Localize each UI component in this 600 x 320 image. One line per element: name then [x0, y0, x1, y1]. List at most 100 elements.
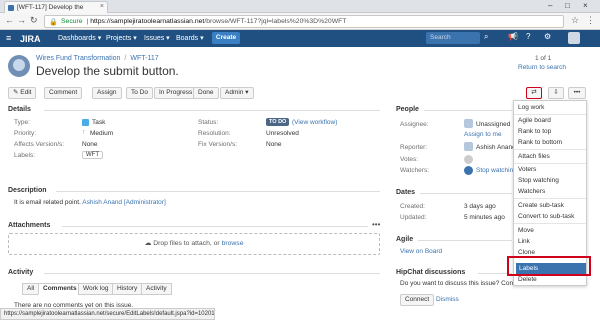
resolution-value: Unresolved [266, 130, 299, 137]
label-lozenge[interactable]: WFT [82, 151, 103, 159]
favicon-icon [8, 5, 14, 11]
issue-pager: 1 of 1 [535, 55, 552, 62]
dismiss-link[interactable]: Dismiss [436, 296, 459, 303]
share-button[interactable]: ⇄ [526, 87, 542, 99]
menu-item-create-subtask[interactable]: Create sub-task [518, 202, 564, 209]
activity-heading[interactable]: Activity [8, 269, 33, 276]
menu-item-agile-board[interactable]: Agile board [518, 117, 551, 124]
export-button[interactable]: ⇩ [548, 87, 564, 99]
reload-icon[interactable]: ↻ [30, 15, 38, 26]
nav-dashboards[interactable]: Dashboards ▾ [58, 34, 101, 42]
menu-item-log-work[interactable]: Log work [518, 104, 544, 111]
todo-button[interactable]: To Do [126, 87, 153, 99]
attachment-dropzone[interactable]: ☁ Drop files to attach, or browse [8, 233, 380, 255]
description-body: It is email related point. [14, 199, 81, 206]
attachments-options-icon[interactable]: ••• [372, 220, 380, 229]
activity-tab-worklog[interactable]: Work log [78, 283, 114, 295]
votes-label: Votes: [400, 156, 419, 163]
edit-button[interactable]: ✎ Edit [8, 87, 37, 99]
agile-heading[interactable]: Agile [396, 236, 413, 243]
url-path: /browse/WFT-117?jql=labels%20%3D%20WFT [204, 18, 347, 25]
menu-item-voters[interactable]: Voters [518, 166, 536, 173]
url-input[interactable]: 🔒 Secure | https://samplejiratoolearnatla… [44, 15, 564, 28]
in-progress-button[interactable]: In Progress [154, 87, 198, 99]
search-input[interactable]: Search [426, 32, 480, 44]
create-button[interactable]: Create [212, 32, 240, 44]
details-heading[interactable]: Details [8, 106, 31, 113]
maximize-icon[interactable]: □ [565, 1, 570, 10]
cloud-upload-icon: ☁ [144, 240, 152, 247]
affects-versions-label: Affects Version/s: [14, 141, 65, 148]
description-heading[interactable]: Description [8, 187, 47, 194]
hipchat-heading[interactable]: HipChat discussions [396, 269, 465, 276]
menu-item-rank-to-top[interactable]: Rank to top [518, 128, 551, 135]
admin-button[interactable]: Admin ▾ [220, 87, 254, 99]
close-tab-icon[interactable]: × [100, 3, 104, 10]
nav-boards[interactable]: Boards ▾ [176, 34, 204, 42]
drop-files-text: Drop files to attach, or [153, 240, 220, 247]
menu-separator [514, 198, 586, 199]
nav-projects[interactable]: Projects ▾ [106, 34, 137, 42]
user-avatar[interactable] [568, 32, 580, 44]
breadcrumb-project[interactable]: Wires Fund Transformation [36, 55, 120, 62]
close-window-icon[interactable]: × [583, 1, 588, 10]
type-value: Task [92, 119, 106, 126]
browse-link[interactable]: browse [222, 240, 244, 247]
app-switcher-icon[interactable]: ≡ [6, 33, 11, 43]
activity-tab-history[interactable]: History [112, 283, 143, 295]
browser-tab-title: [WFT-117] Develop the [17, 4, 84, 11]
menu-item-stop-watching[interactable]: Stop watching [518, 177, 559, 184]
stop-watching-link[interactable]: Stop watching [476, 167, 517, 174]
settings-icon[interactable]: ⚙ [544, 32, 551, 41]
comment-button[interactable]: Comment [44, 87, 83, 99]
view-on-board-link[interactable]: View on Board [400, 248, 442, 255]
minimize-icon[interactable]: – [548, 1, 552, 10]
more-actions-button[interactable]: ••• [568, 87, 586, 99]
dates-heading[interactable]: Dates [396, 189, 415, 196]
view-workflow-link[interactable]: (View workflow) [292, 119, 337, 126]
return-to-search-link[interactable]: Return to search [518, 64, 566, 71]
menu-item-move[interactable]: Move [518, 227, 534, 234]
back-icon[interactable]: ← [5, 15, 14, 25]
status-badge: TO DO [266, 118, 290, 126]
priority-medium-icon: ↑ [82, 129, 86, 136]
fix-versions-value: None [266, 141, 282, 148]
labels-highlight-box [507, 256, 591, 276]
search-icon[interactable]: ⌕ [484, 32, 488, 42]
browser-tab[interactable]: [WFT-117] Develop the × [4, 1, 108, 13]
assign-to-me-link[interactable]: Assign to me [464, 131, 502, 138]
user-mention-link[interactable]: Ashish Anand [Administrator] [82, 199, 165, 206]
help-icon[interactable]: ? [526, 32, 530, 41]
attachments-heading[interactable]: Attachments [8, 222, 50, 229]
nav-issues[interactable]: Issues ▾ [144, 34, 170, 42]
lock-icon: 🔒 [49, 19, 58, 26]
activity-tab-activity[interactable]: Activity [141, 283, 172, 295]
connect-button[interactable]: Connect [400, 294, 435, 306]
browser-menu-icon[interactable]: ⋮ [586, 15, 595, 26]
project-avatar[interactable] [8, 55, 30, 77]
bookmark-star-icon[interactable]: ☆ [571, 15, 579, 26]
agile-rule [418, 240, 512, 241]
vote-icon[interactable] [464, 155, 473, 164]
menu-item-convert-to-subtask[interactable]: Convert to sub-task [518, 213, 574, 220]
activity-tab-comments[interactable]: Comments [38, 283, 82, 295]
breadcrumb-issue-key[interactable]: WFT-117 [130, 55, 158, 62]
menu-separator [514, 163, 586, 164]
people-heading[interactable]: People [396, 106, 419, 113]
menu-item-rank-to-bottom[interactable]: Rank to bottom [518, 139, 562, 146]
jira-logo[interactable]: JIRA [20, 34, 41, 44]
menu-item-attach-files[interactable]: Attach files [518, 153, 550, 160]
issue-summary[interactable]: Develop the submit button. [36, 64, 179, 78]
assignee-value: Unassigned [476, 121, 511, 128]
assign-button[interactable]: Assign [92, 87, 122, 99]
menu-item-link[interactable]: Link [518, 238, 530, 245]
forward-icon[interactable]: → [17, 15, 26, 25]
menu-item-watchers[interactable]: Watchers [518, 188, 545, 195]
done-button[interactable]: Done [193, 87, 219, 99]
priority-value: Medium [90, 130, 114, 137]
menu-item-delete[interactable]: Delete [518, 276, 537, 283]
notifications-icon[interactable]: 📢 [508, 32, 518, 41]
menu-item-clone[interactable]: Clone [518, 249, 535, 256]
activity-tab-all[interactable]: All [22, 283, 40, 295]
watch-eye-icon [464, 166, 473, 175]
